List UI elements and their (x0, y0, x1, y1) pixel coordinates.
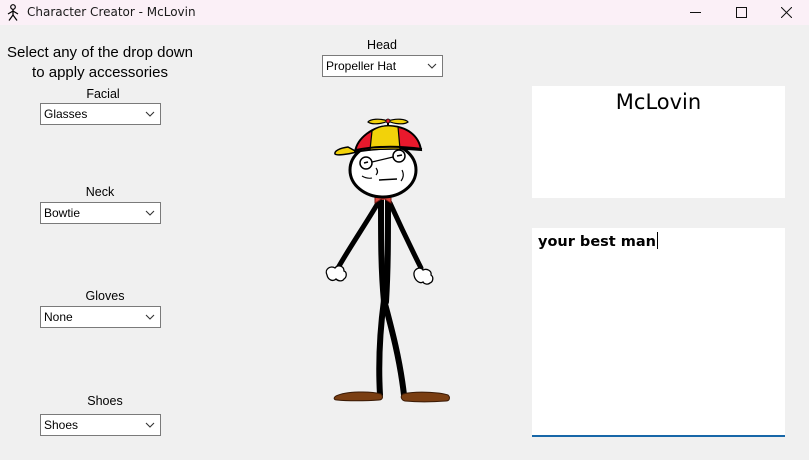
maximize-icon (735, 7, 747, 18)
instructions-line-1: Select any of the drop down (7, 44, 193, 61)
character-figure (325, 118, 450, 403)
text-caret (656, 232, 658, 249)
description-value: your best man (538, 234, 656, 250)
close-icon (780, 7, 792, 18)
gloves-label: Gloves (85, 289, 125, 303)
body (378, 197, 391, 305)
instructions-text: Select any of the drop down to apply acc… (0, 43, 200, 83)
chevron-down-icon (145, 210, 155, 216)
gloves-select-value: None (44, 310, 73, 324)
window-title: Character Creator - McLovin (27, 5, 196, 19)
maximize-button[interactable] (718, 0, 764, 25)
description-textbox[interactable]: your best man (532, 228, 785, 437)
stick-figure-icon (7, 4, 19, 21)
title-bar[interactable]: Character Creator - McLovin (0, 0, 809, 25)
head-label: Head (367, 38, 397, 52)
shoes-select[interactable]: Shoes (40, 414, 161, 436)
shoes (333, 391, 450, 403)
close-button[interactable] (763, 0, 809, 25)
character-name: McLovin (615, 90, 702, 114)
minimize-button[interactable] (672, 0, 718, 25)
minimize-icon (689, 12, 701, 13)
facial-select[interactable]: Glasses (40, 103, 161, 125)
shoes-select-value: Shoes (44, 418, 79, 432)
gloves-select[interactable]: None (40, 306, 161, 328)
shoes-label: Shoes (87, 394, 123, 408)
chevron-down-icon (427, 63, 437, 69)
character-name-display: McLovin (532, 86, 785, 198)
chevron-down-icon (145, 422, 155, 428)
head-select[interactable]: Propeller Hat (322, 55, 443, 77)
neck-select[interactable]: Bowtie (40, 202, 161, 224)
chevron-down-icon (145, 111, 155, 117)
facial-select-value: Glasses (44, 107, 88, 121)
neck-label: Neck (85, 185, 115, 199)
neck-select-value: Bowtie (44, 206, 81, 220)
propeller-hat (334, 118, 423, 156)
head-select-value: Propeller Hat (326, 59, 397, 73)
chevron-down-icon (145, 314, 155, 320)
instructions-line-2: to apply accessories (32, 64, 168, 81)
description-text: your best man (538, 232, 658, 250)
legs (376, 297, 407, 398)
facial-label: Facial (86, 87, 120, 101)
